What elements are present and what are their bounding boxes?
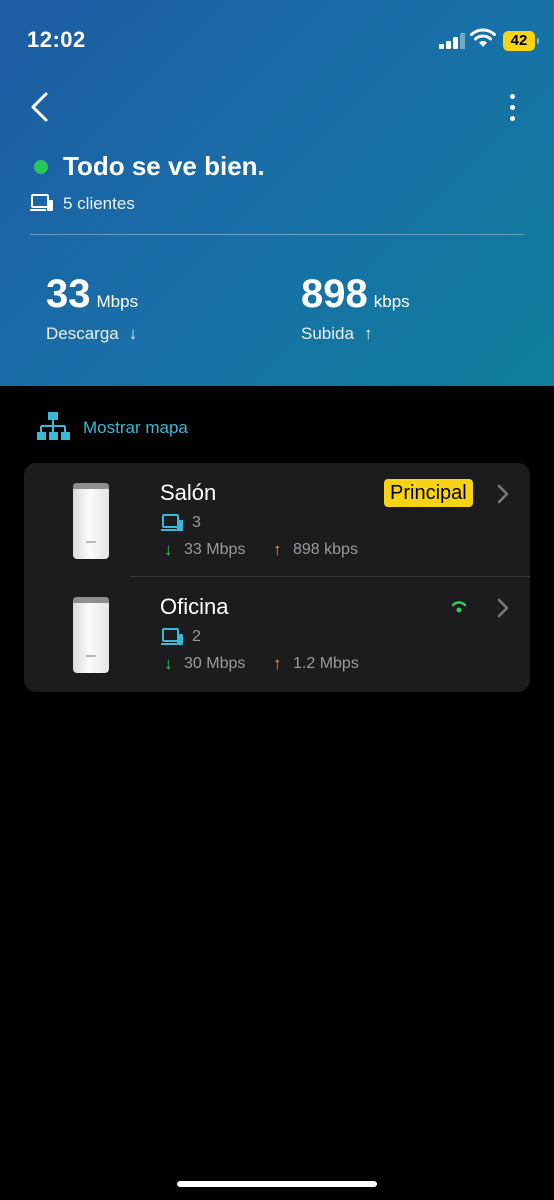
upload-value: 898 xyxy=(301,272,368,316)
arrow-down-icon: ↓ xyxy=(128,324,138,343)
arrow-up-icon: ↑ xyxy=(273,540,282,559)
cellular-signal-icon xyxy=(439,33,465,49)
device-list: Salón Principal 3 ↓ 33 Mbps ↑ 898 kbps O… xyxy=(24,463,530,692)
deco-device-image xyxy=(73,597,109,673)
status-title: Todo se ve bien. xyxy=(63,151,265,181)
status-time: 12:02 xyxy=(27,27,86,52)
arrow-up-icon: ↑ xyxy=(273,654,282,673)
status-bar: 12:02 42 xyxy=(0,0,554,80)
network-topology-icon xyxy=(37,412,70,440)
wifi-signal-icon xyxy=(451,601,467,613)
more-vertical-icon xyxy=(510,94,515,99)
header-panel: 12:02 42 Todo se ve bien. 5 clientes 33 … xyxy=(0,0,554,386)
device-row-salon[interactable]: Salón Principal 3 ↓ 33 Mbps ↑ 898 kbps xyxy=(24,463,530,577)
device-client-count: 2 xyxy=(192,628,201,645)
chevron-right-icon xyxy=(497,598,509,618)
clients-count: 5 clientes xyxy=(63,194,135,213)
upload-label-text: Subida xyxy=(301,324,354,343)
main-badge: Principal xyxy=(384,479,473,507)
more-options-button[interactable] xyxy=(500,88,526,128)
device-client-count: 3 xyxy=(192,514,201,531)
devices-icon xyxy=(30,194,53,211)
arrow-up-icon: ↑ xyxy=(363,324,373,343)
download-value: 33 xyxy=(46,272,91,316)
home-indicator[interactable] xyxy=(177,1181,377,1187)
download-unit: Mbps xyxy=(96,292,139,311)
device-row-oficina[interactable]: Oficina 2 ↓ 30 Mbps ↑ 1.2 Mbps xyxy=(24,577,530,691)
upload-speed: 898 kbps xyxy=(301,272,410,317)
download-speed: 33 Mbps xyxy=(46,272,138,317)
show-map-link[interactable]: Mostrar mapa xyxy=(36,410,188,444)
device-upload: 1.2 Mbps xyxy=(293,655,359,672)
device-name: Salón xyxy=(160,480,217,505)
status-dot xyxy=(34,160,48,174)
download-label-text: Descarga xyxy=(46,324,119,343)
battery-icon: 42 xyxy=(503,31,539,51)
chevron-left-icon xyxy=(31,92,48,122)
arrow-down-icon: ↓ xyxy=(164,540,173,559)
device-download: 30 Mbps xyxy=(184,655,246,672)
device-name: Oficina xyxy=(160,594,229,619)
wifi-icon xyxy=(470,28,496,47)
arrow-down-icon: ↓ xyxy=(164,654,173,673)
upload-label: Subida ↑ xyxy=(301,324,372,344)
upload-unit: kbps xyxy=(373,292,410,311)
devices-icon xyxy=(161,628,183,645)
header-divider xyxy=(30,234,524,235)
back-button[interactable] xyxy=(26,88,56,128)
device-upload: 898 kbps xyxy=(293,541,358,558)
show-map-label: Mostrar mapa xyxy=(83,418,188,437)
device-download: 33 Mbps xyxy=(184,541,246,558)
download-label: Descarga ↓ xyxy=(46,324,137,344)
devices-icon xyxy=(161,514,183,531)
chevron-right-icon xyxy=(497,484,509,504)
deco-device-image xyxy=(73,483,109,559)
